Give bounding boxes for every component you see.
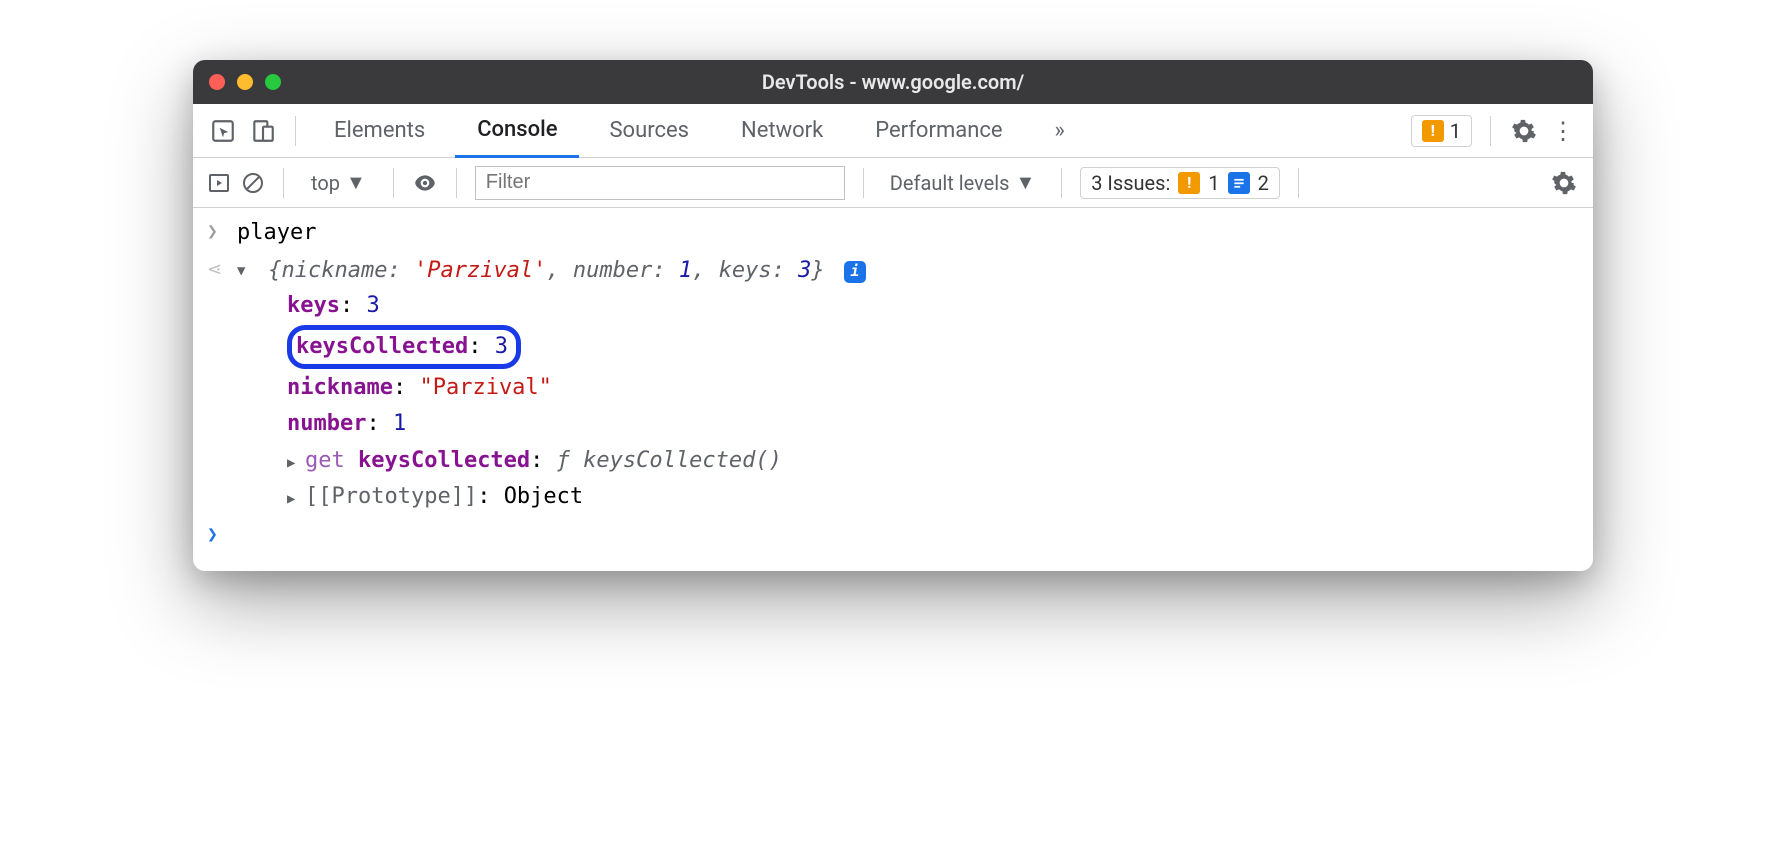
- console-output: ❯ player ⋖ ▼ {nickname: 'Parzival', numb…: [193, 208, 1593, 571]
- warning-icon: !: [1178, 172, 1200, 194]
- output-chevron-icon: ⋖: [207, 254, 237, 284]
- tab-elements[interactable]: Elements: [312, 104, 447, 158]
- console-prompt-row[interactable]: ❯: [193, 517, 1593, 551]
- tab-sources[interactable]: Sources: [587, 104, 711, 158]
- levels-label: Default levels: [890, 171, 1010, 195]
- prop-prototype[interactable]: ▶[[Prototype]]: Object: [287, 479, 1579, 515]
- prop-keys-collected[interactable]: keysCollected: 3: [287, 324, 1579, 370]
- maximize-window-button[interactable]: [265, 74, 281, 90]
- console-settings-icon[interactable]: [1549, 168, 1579, 198]
- context-selector[interactable]: top ▼: [302, 165, 375, 200]
- prop-nickname[interactable]: nickname: "Parzival": [287, 370, 1579, 406]
- expand-toggle-icon[interactable]: ▼: [237, 261, 255, 283]
- devtools-window: DevTools - www.google.com/ Elements Cons…: [193, 60, 1593, 571]
- tab-network[interactable]: Network: [719, 104, 845, 158]
- warning-icon: !: [1422, 120, 1444, 142]
- info-icon: [1228, 172, 1250, 194]
- issues-label: 3 Issues:: [1091, 171, 1170, 195]
- object-preview: {nickname: 'Parzival', number: 1, keys: …: [268, 258, 838, 283]
- console-input-row[interactable]: ❯ player: [193, 214, 1593, 252]
- warning-count: 1: [1450, 119, 1461, 143]
- tab-console[interactable]: Console: [455, 104, 579, 158]
- minimize-window-button[interactable]: [237, 74, 253, 90]
- separator: [393, 168, 394, 198]
- separator: [295, 116, 296, 146]
- separator: [1490, 116, 1491, 146]
- device-toggle-icon[interactable]: [247, 115, 279, 147]
- inspect-icon[interactable]: [207, 115, 239, 147]
- window-title: DevTools - www.google.com/: [193, 70, 1593, 94]
- console-toolbar: top ▼ Default levels ▼ 3 Issues: ! 1 2: [193, 158, 1593, 208]
- filter-input[interactable]: [475, 166, 845, 200]
- separator: [1061, 168, 1062, 198]
- clear-console-icon[interactable]: [241, 171, 265, 195]
- prompt-chevron-icon: ❯: [207, 519, 237, 549]
- expand-toggle-icon[interactable]: ▶: [287, 489, 305, 511]
- input-chevron-icon: ❯: [207, 216, 237, 246]
- prop-getter[interactable]: ▶get keysCollected: ƒ keysCollected(): [287, 443, 1579, 479]
- separator: [456, 168, 457, 198]
- close-window-button[interactable]: [209, 74, 225, 90]
- console-input-text: player: [237, 216, 1579, 250]
- object-properties: keys: 3 keysCollected: 3 nickname: "Parz…: [237, 288, 1579, 515]
- object-summary[interactable]: ▼ {nickname: 'Parzival', number: 1, keys…: [237, 254, 1579, 515]
- separator: [863, 168, 864, 198]
- info-icon[interactable]: i: [844, 261, 866, 283]
- context-label: top: [311, 171, 340, 195]
- titlebar: DevTools - www.google.com/: [193, 60, 1593, 104]
- sidebar-toggle-icon[interactable]: [207, 171, 231, 195]
- issues-info-count: 2: [1258, 171, 1269, 195]
- expand-toggle-icon[interactable]: ▶: [287, 453, 305, 475]
- chevron-down-icon: ▼: [1015, 170, 1035, 195]
- prop-number[interactable]: number: 1: [287, 406, 1579, 442]
- tabbar-right: ! 1 ⋮: [1411, 115, 1579, 147]
- live-expression-icon[interactable]: [412, 170, 438, 196]
- warning-badge[interactable]: ! 1: [1411, 115, 1472, 147]
- settings-icon[interactable]: [1509, 116, 1539, 146]
- console-output-row[interactable]: ⋖ ▼ {nickname: 'Parzival', number: 1, ke…: [193, 252, 1593, 517]
- separator: [283, 168, 284, 198]
- tab-overflow[interactable]: »: [1033, 104, 1087, 158]
- chevron-down-icon: ▼: [346, 170, 366, 195]
- prop-keys[interactable]: keys: 3: [287, 288, 1579, 324]
- tab-performance[interactable]: Performance: [853, 104, 1024, 158]
- highlight-annotation: keysCollected: 3: [287, 325, 521, 369]
- more-icon[interactable]: ⋮: [1549, 116, 1579, 146]
- tabbar: Elements Console Sources Network Perform…: [193, 104, 1593, 158]
- traffic-lights: [209, 74, 281, 90]
- issues-badge[interactable]: 3 Issues: ! 1 2: [1080, 167, 1280, 199]
- log-levels-selector[interactable]: Default levels ▼: [882, 170, 1043, 195]
- separator: [1298, 168, 1299, 198]
- issues-warn-count: 1: [1208, 171, 1219, 195]
